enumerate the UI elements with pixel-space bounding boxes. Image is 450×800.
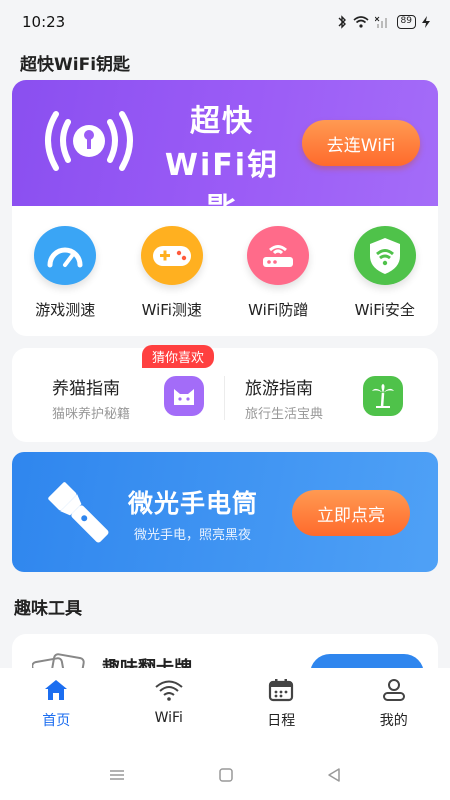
charging-icon (422, 16, 430, 28)
home-square-icon[interactable] (218, 767, 234, 783)
palm-tree-icon (363, 376, 403, 416)
guide-title: 养猫指南 (52, 379, 120, 399)
tab-label: WiFi (154, 710, 183, 726)
feature-row: 游戏测速 WiFi测速 WiFi防蹭 WiFi安全 (12, 220, 438, 320)
user-icon (382, 679, 405, 701)
feature-label: WiFi防蹭 (248, 301, 309, 319)
light-up-button[interactable]: 立即点亮 (292, 490, 410, 536)
menu-icon[interactable] (108, 768, 126, 782)
status-bar: 10:23 89 (0, 0, 450, 44)
guide-travel[interactable]: 旅游指南 旅行生活宝典 (245, 374, 445, 424)
tab-label: 首页 (42, 713, 71, 729)
tab-label: 我的 (379, 713, 408, 729)
wifi-icon (155, 680, 183, 701)
hero-title: 超快 WiFi钥匙 (152, 100, 292, 232)
tab-schedule[interactable]: 日程 (225, 668, 338, 750)
bluetooth-icon (338, 15, 346, 29)
flashlight-title: 微光手电筒 (128, 489, 259, 518)
wifi-shield-icon (353, 226, 416, 285)
flashlight-icon (48, 482, 109, 543)
battery-indicator: 89 (396, 15, 416, 29)
system-nav-bar (0, 750, 450, 800)
tab-label: 日程 (267, 713, 296, 729)
guide-divider (224, 376, 225, 420)
hero-title-line1: 超快 (190, 104, 254, 139)
status-time: 10:23 (22, 13, 66, 31)
guide-subtitle: 旅行生活宝典 (245, 407, 324, 422)
feature-game-speed[interactable]: 游戏测速 (12, 220, 119, 320)
cell-signal-icon (374, 16, 387, 28)
section-title: 趣味工具 (14, 599, 82, 619)
cat-icon (164, 376, 204, 416)
home-icon (45, 680, 68, 700)
speedometer-icon (34, 226, 97, 285)
wifi-key-icon (45, 111, 133, 171)
guide-cat[interactable]: 养猫指南 猫咪养护秘籍 (52, 374, 252, 424)
tab-wifi[interactable]: WiFi (113, 668, 226, 750)
flashlight-card[interactable]: 微光手电筒 微光手电，照亮黑夜 立即点亮 (12, 452, 438, 572)
feature-wifi-guard[interactable]: WiFi防蹭 (225, 220, 332, 320)
gamepad-icon (140, 226, 203, 285)
guide-title: 旅游指南 (245, 379, 313, 399)
bottom-tab-bar: 首页 WiFi 日程 我的 (0, 668, 450, 750)
calendar-icon (269, 679, 294, 702)
hero-title-line2: WiFi钥匙 (164, 148, 280, 227)
feature-label: WiFi安全 (354, 301, 415, 319)
feature-label: WiFi测速 (141, 301, 202, 319)
page-title: 超快WiFi钥匙 (20, 55, 131, 75)
status-icons: 89 (337, 15, 430, 29)
recommend-badge: 猜你喜欢 (142, 345, 215, 368)
feature-label: 游戏测速 (35, 301, 96, 319)
flashlight-subtitle: 微光手电，照亮黑夜 (134, 528, 252, 543)
guide-subtitle: 猫咪养护秘籍 (52, 407, 131, 422)
wifi-signal-icon (353, 16, 369, 28)
router-icon (247, 226, 310, 285)
hero-banner: 超快 WiFi钥匙 去连WiFi (12, 80, 438, 227)
tab-profile[interactable]: 我的 (338, 668, 450, 750)
feature-wifi-speed[interactable]: WiFi测速 (119, 220, 226, 320)
tab-home[interactable]: 首页 (0, 668, 113, 750)
connect-wifi-button[interactable]: 去连WiFi (302, 120, 420, 166)
back-icon[interactable] (326, 767, 342, 783)
guide-card: 猜你喜欢 养猫指南 猫咪养护秘籍 旅游指南 旅行生活宝典 (12, 345, 438, 442)
hero-card: 超快 WiFi钥匙 去连WiFi 游戏测速 WiFi测速 WiFi防蹭 WiFi… (12, 80, 438, 336)
feature-wifi-security[interactable]: WiFi安全 (332, 220, 439, 320)
